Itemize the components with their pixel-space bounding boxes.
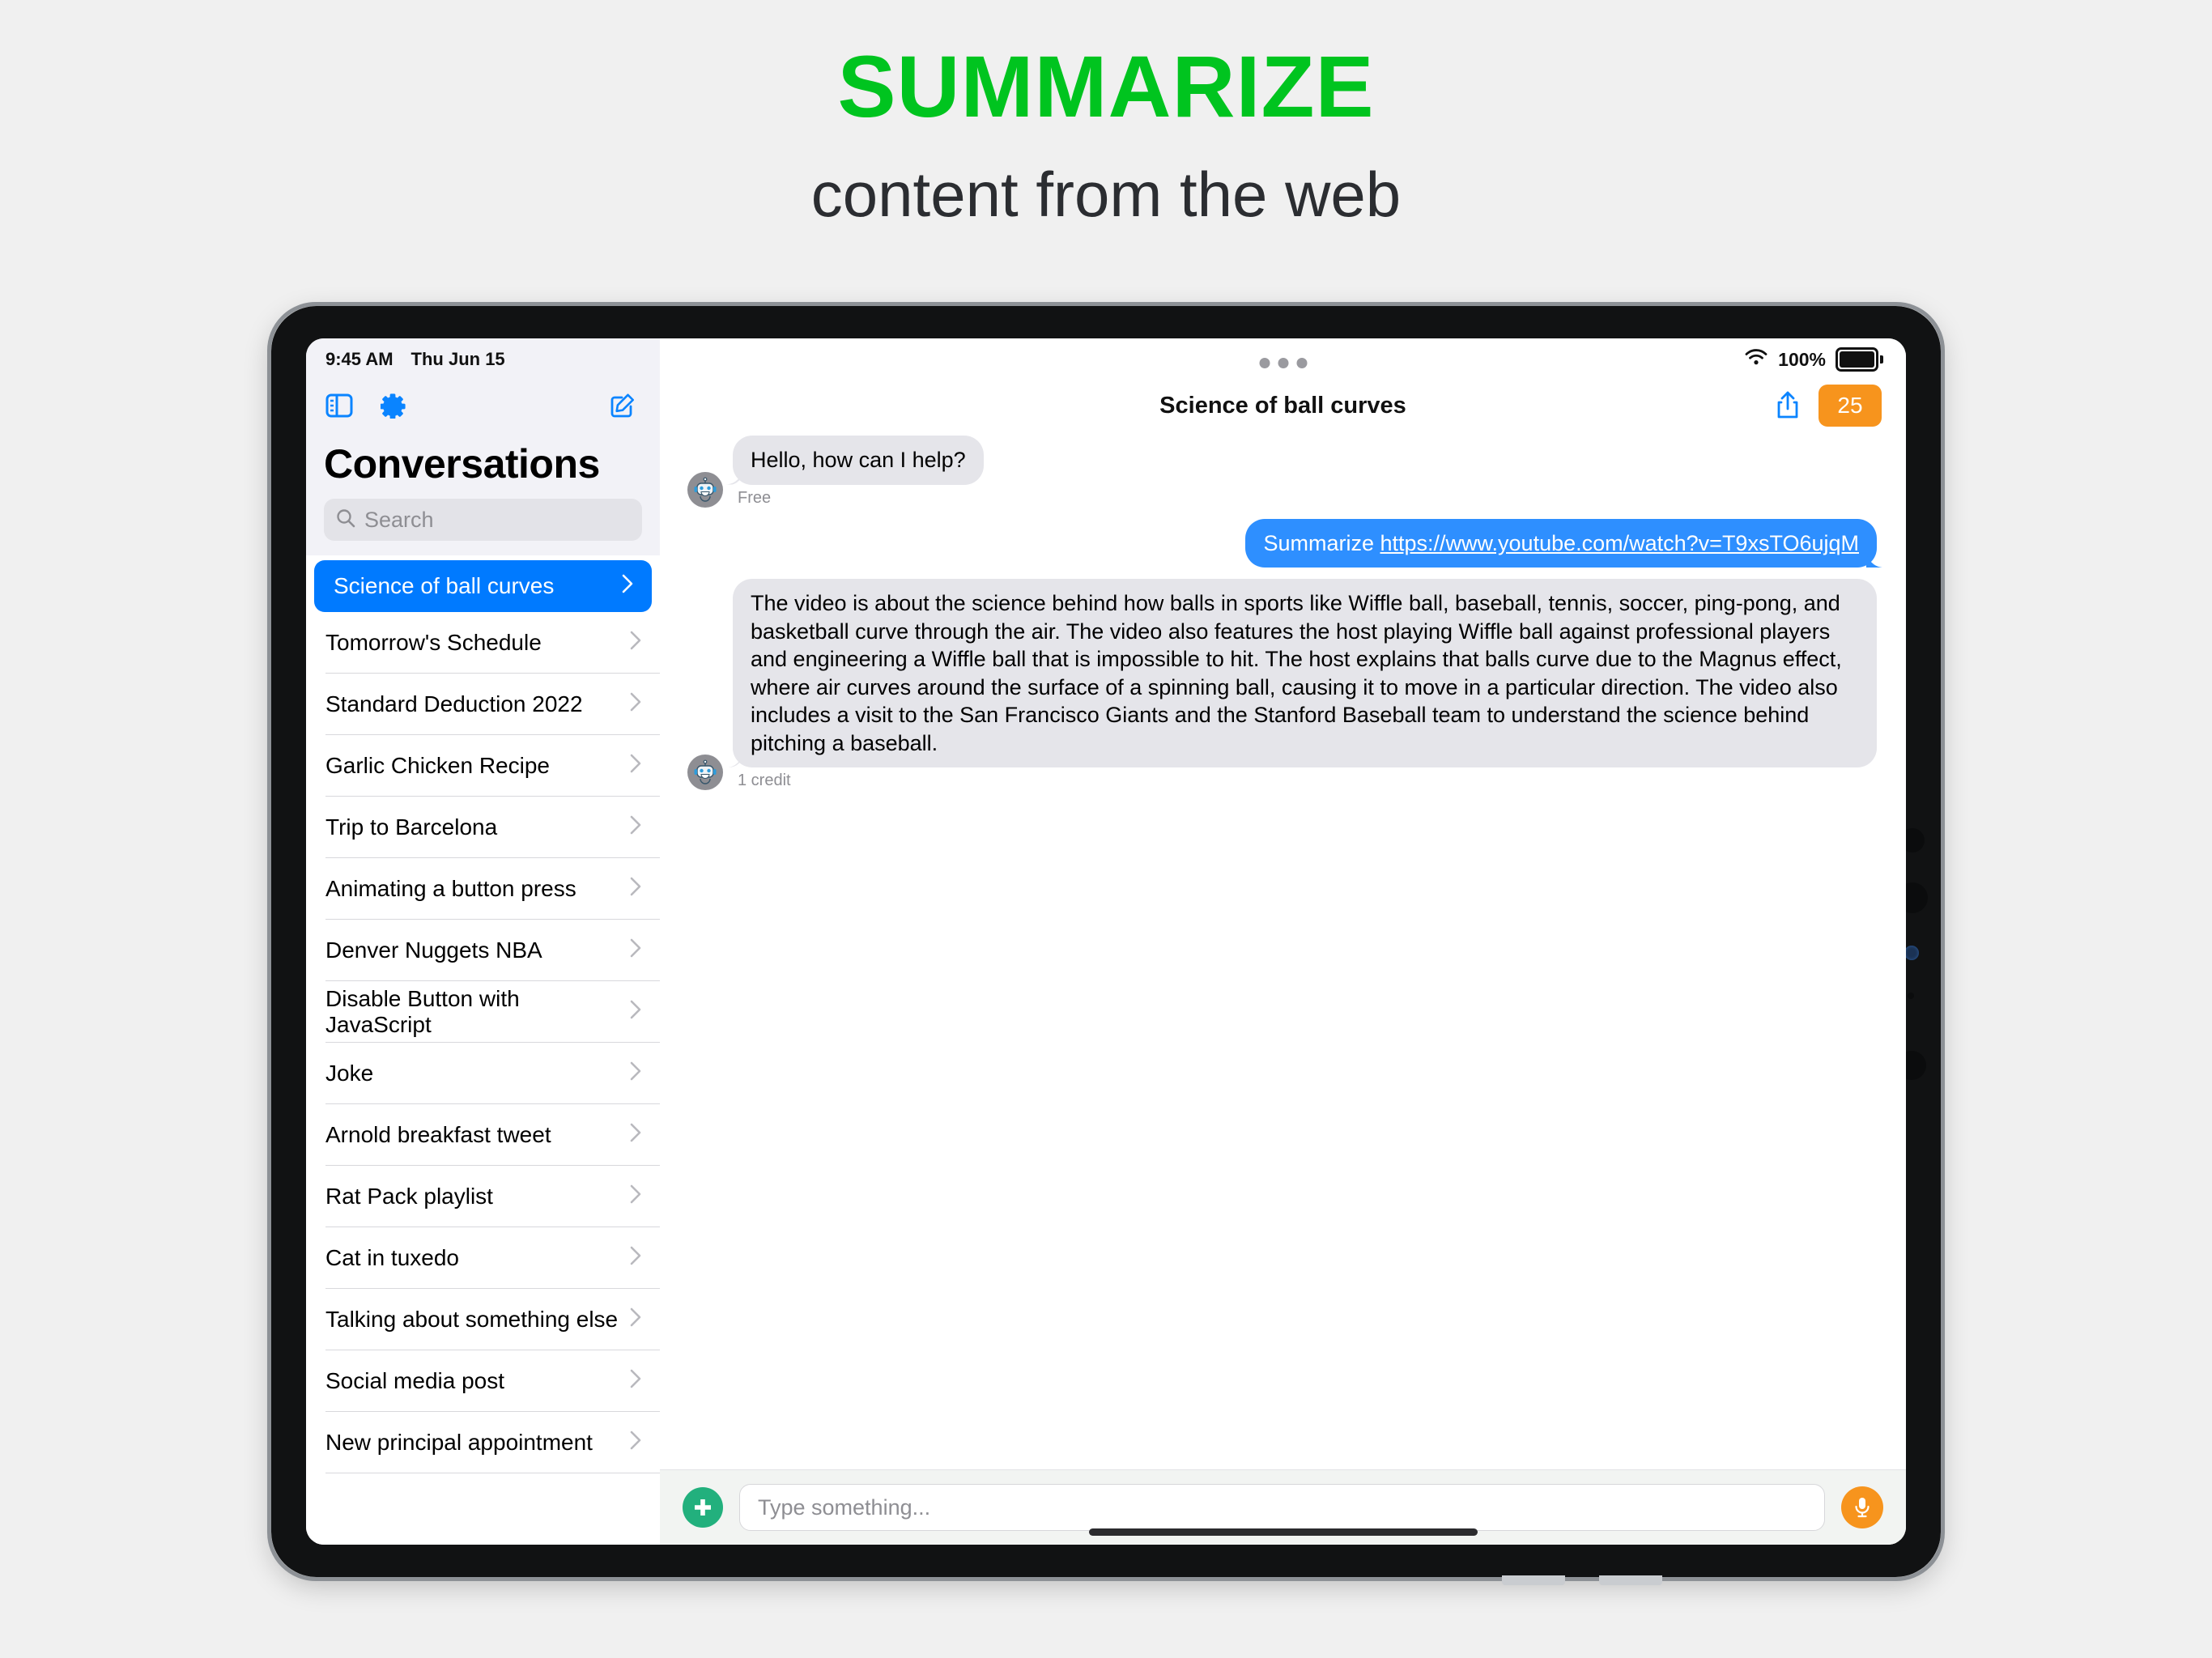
conversation-row[interactable]: Joke [306,1043,660,1104]
device-foot-right [1599,1575,1662,1585]
conversation-list[interactable]: Science of ball curves Tomorrow's Schedul… [306,555,660,1545]
camera-sensor-icon [1904,946,1919,960]
conversation-label: Denver Nuggets NBA [325,937,542,963]
message-text: Summarize [1263,530,1380,555]
conversation-row[interactable]: Talking about something else [306,1289,660,1350]
message-meta-label: 1 credit [738,772,791,790]
conversation-label: New principal appointment [325,1430,593,1455]
message-bubble-group: Hello, how can I help? Free [733,436,984,508]
chevron-right-icon [629,876,642,902]
chevron-right-icon [629,814,642,840]
conversation-row[interactable]: Animating a button press [306,858,660,920]
tablet-device-frame: 9:45 AM Thu Jun 15 Conversations Search … [267,302,1945,1585]
wifi-icon [1744,348,1768,371]
tablet-screen: 9:45 AM Thu Jun 15 Conversations Search … [306,338,1906,1545]
sidebar: 9:45 AM Thu Jun 15 Conversations Search … [306,338,660,1545]
microphone-icon[interactable] [1841,1486,1883,1528]
chevron-right-icon [621,573,634,599]
conversation-row[interactable]: Disable Button with JavaScript [306,981,660,1043]
chevron-right-icon [629,630,642,656]
conversation-row[interactable]: Social media post [306,1350,660,1412]
plus-icon[interactable] [683,1487,723,1528]
share-icon[interactable] [1775,390,1801,421]
conversation-label: Disable Button with JavaScript [325,986,520,1037]
status-bar-date: Thu Jun 15 [410,349,505,369]
chevron-right-icon [629,1368,642,1394]
chevron-right-icon [629,1184,642,1209]
status-bar-right: 100% [660,338,1906,380]
conversation-label: Rat Pack playlist [325,1184,493,1209]
chevron-right-icon [629,1430,642,1456]
conversation-label: Animating a button press [325,876,576,901]
chevron-right-icon [629,937,642,963]
device-foot-left [1502,1575,1565,1585]
message-row: The video is about the science behind ho… [687,579,1877,791]
sidebar-toggle-icon[interactable] [325,393,353,418]
chevron-right-icon [629,1061,642,1086]
search-input[interactable]: Search [324,499,642,541]
message-meta-label: Free [738,488,772,507]
message-bubble-group: The video is about the science behind ho… [733,579,1877,790]
robot-avatar [687,471,723,508]
conversation-row[interactable]: Tomorrow's Schedule [306,612,660,674]
message-thread: Hello, how can I help? Free Summarize http… [660,431,1906,1469]
search-container: Search [306,499,660,555]
conversation-label: Garlic Chicken Recipe [325,753,550,778]
conversation-row[interactable]: Cat in tuxedo [306,1227,660,1289]
conversation-row[interactable]: Rat Pack playlist [306,1166,660,1227]
page-title: Conversations [324,441,600,487]
battery-percent-label: 100% [1778,348,1826,370]
user-message-bubble: Summarize https://www.youtube.com/watch?… [1245,518,1877,568]
conversation-label: Talking about something else [325,1307,619,1332]
microphone-hole-icon [1908,993,1914,999]
home-indicator[interactable] [1088,1528,1478,1536]
conversation-row[interactable]: Garlic Chicken Recipe [306,735,660,797]
message-bubble-group: Summarize https://www.youtube.com/watch?… [1245,518,1877,568]
status-bar-left: 9:45 AM Thu Jun 15 [306,338,660,380]
compose-icon[interactable] [610,393,636,419]
status-bar-time: 9:45 AM [325,349,393,369]
conversation-row[interactable]: Arnold breakfast tweet [306,1104,660,1166]
conversation-label: Cat in tuxedo [325,1245,459,1270]
chat-title: Science of ball curves [1159,392,1406,419]
conversation-row[interactable]: Science of ball curves [314,560,652,612]
chevron-right-icon [629,1245,642,1271]
chat-panel: 100% Science of ball curves 25 Hello, ho… [660,338,1906,1545]
conversation-label: Social media post [325,1368,505,1393]
credit-badge[interactable]: 25 [1819,385,1882,427]
message-input[interactable]: Type something... [739,1484,1825,1531]
page-root: SUMMARIZE content from the web 9:45 AM T… [0,0,2212,1658]
message-link[interactable]: https://www.youtube.com/watch?v=T9xsTO6u… [1380,531,1859,555]
robot-avatar [687,755,723,791]
chevron-right-icon [629,691,642,717]
conversation-label: Trip to Barcelona [325,814,498,840]
assistant-message-bubble: The video is about the science behind ho… [733,579,1877,768]
message-input-placeholder: Type something... [758,1494,931,1520]
message-row: Summarize https://www.youtube.com/watch?… [687,518,1877,568]
conversation-row[interactable]: New principal appointment [306,1412,660,1473]
conversation-row[interactable]: Standard Deduction 2022 [306,674,660,735]
chevron-right-icon [629,753,642,779]
subheadline: content from the web [810,159,1402,230]
chevron-right-icon [629,1122,642,1148]
search-icon [335,508,356,533]
assistant-message-bubble: Hello, how can I help? [733,436,984,485]
multitasking-dots-icon[interactable] [1259,358,1307,368]
battery-full-icon [1836,347,1883,372]
headline: SUMMARIZE [837,37,1375,135]
conversation-row[interactable]: Denver Nuggets NBA [306,920,660,981]
sidebar-toolbar [306,380,660,431]
chevron-right-icon [629,999,642,1025]
conversation-label: Science of ball curves [334,573,555,598]
search-placeholder: Search [364,507,434,532]
conversation-label: Joke [325,1061,374,1086]
conversation-label: Arnold breakfast tweet [325,1122,551,1147]
chat-header: Science of ball curves 25 [660,380,1906,431]
conversation-label: Tomorrow's Schedule [325,630,542,655]
message-row: Hello, how can I help? Free [687,436,1877,508]
conversation-label: Standard Deduction 2022 [325,691,583,716]
conversation-row[interactable]: Trip to Barcelona [306,797,660,858]
gear-icon[interactable] [381,393,406,419]
chevron-right-icon [629,1307,642,1333]
